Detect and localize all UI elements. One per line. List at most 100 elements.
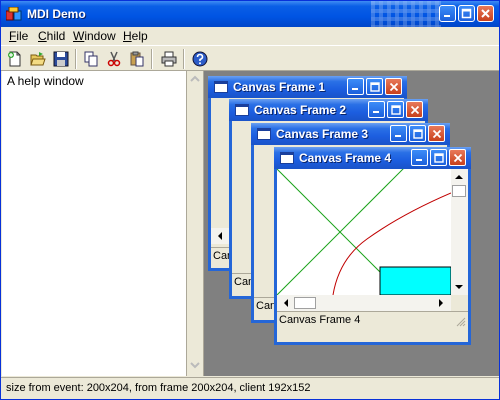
save-button[interactable] — [51, 49, 71, 69]
scroll-left-icon[interactable] — [280, 297, 292, 309]
menu-child-label: hild — [46, 29, 66, 43]
cut-icon — [107, 51, 121, 67]
child-title: Canvas Frame 3 — [276, 127, 369, 141]
child-minimize-button[interactable] — [368, 101, 385, 118]
open-icon — [30, 52, 46, 66]
toolbar — [1, 45, 499, 71]
menu-child[interactable]: Child — [35, 28, 68, 44]
help-window-text: A help window — [7, 74, 84, 88]
scroll-left-icon[interactable] — [214, 230, 226, 242]
child-title: Canvas Frame 1 — [233, 80, 326, 94]
child-status-text: Canvas Frame 4 — [279, 314, 361, 326]
hscroll-thumb[interactable] — [294, 297, 316, 309]
child-minimize-button[interactable] — [347, 78, 364, 95]
scroll-right-icon[interactable] — [435, 297, 447, 309]
scroll-down-icon[interactable] — [190, 361, 200, 369]
minimize-icon — [351, 87, 358, 90]
new-icon — [8, 51, 21, 67]
child-close-button[interactable] — [385, 78, 402, 95]
help-button[interactable] — [190, 49, 210, 69]
toolbar-separator — [183, 49, 185, 69]
child-window-icon — [257, 128, 271, 140]
main-window: MDI Demo File Child Window Help A help w… — [0, 0, 500, 400]
child-frame-4[interactable]: Canvas Frame 4 Canvas Frame 4 — [274, 147, 471, 345]
child-maximize-button[interactable] — [409, 125, 426, 142]
paste-button[interactable] — [127, 49, 147, 69]
new-button[interactable] — [5, 49, 25, 69]
menu-bar: File Child Window Help — [1, 27, 499, 45]
minimize-icon — [394, 134, 401, 137]
child-status-bar: Canvas Frame 3 — [254, 297, 337, 315]
child-window-icon — [280, 152, 294, 164]
child-title-bar[interactable]: Canvas Frame 2 — [229, 99, 428, 121]
help-pane-scrollbar[interactable] — [187, 71, 204, 376]
menu-window-label: indow — [84, 29, 116, 43]
paste-icon — [130, 51, 144, 67]
scroll-corner — [451, 295, 468, 311]
toolbar-separator — [75, 49, 77, 69]
maximize-icon — [433, 152, 444, 163]
menu-help[interactable]: Help — [120, 28, 151, 44]
maximize-icon — [369, 81, 380, 92]
scroll-down-icon[interactable] — [453, 281, 465, 293]
help-window[interactable]: A help window — [2, 71, 187, 376]
menu-child-mnemonic: C — [38, 29, 47, 43]
close-icon — [410, 105, 419, 114]
scroll-up-icon[interactable] — [190, 75, 200, 83]
child-hscroll[interactable] — [277, 295, 451, 311]
menu-help-label: elp — [131, 29, 148, 43]
child-maximize-button[interactable] — [430, 149, 447, 166]
minimize-button[interactable] — [439, 5, 456, 22]
child-minimize-button[interactable] — [411, 149, 428, 166]
maximize-button[interactable] — [458, 5, 475, 22]
save-icon — [53, 51, 69, 67]
menu-file-label: ile — [16, 29, 29, 43]
child-title-bar[interactable]: Canvas Frame 1 — [208, 76, 407, 98]
child-status-bar: Canvas Frame 1 — [211, 247, 294, 265]
title-bar[interactable]: MDI Demo — [1, 1, 499, 27]
minimize-icon — [444, 15, 450, 17]
scroll-up-icon[interactable] — [453, 171, 465, 183]
toolbar-separator — [151, 49, 153, 69]
maximize-icon — [390, 104, 401, 115]
child-close-button[interactable] — [449, 149, 466, 166]
child-minimize-button[interactable] — [390, 125, 407, 142]
child-window-icon — [214, 81, 228, 93]
child-close-button[interactable] — [406, 101, 423, 118]
cut-button[interactable] — [104, 49, 124, 69]
menu-window-mnemonic: W — [73, 29, 85, 43]
copy-icon — [84, 51, 98, 67]
child-maximize-button[interactable] — [366, 78, 383, 95]
vscroll-thumb[interactable] — [452, 185, 466, 197]
print-icon — [161, 51, 177, 67]
print-button[interactable] — [159, 49, 179, 69]
child-title-bar[interactable]: Canvas Frame 3 — [251, 123, 450, 145]
menu-window[interactable]: Window — [70, 28, 119, 44]
menu-help-mnemonic: H — [123, 29, 132, 43]
canvas-drawing — [277, 169, 451, 295]
resize-grip-icon[interactable] — [455, 316, 466, 327]
cyan-rectangle — [379, 266, 451, 295]
child-window-icon — [235, 104, 249, 116]
copy-button[interactable] — [81, 49, 101, 69]
open-button[interactable] — [28, 49, 48, 69]
child-vscroll[interactable] — [451, 169, 468, 295]
app-icon — [6, 7, 22, 21]
menu-file[interactable]: File — [6, 28, 31, 44]
child-title-bar[interactable]: Canvas Frame 4 — [274, 147, 471, 169]
close-icon — [453, 153, 462, 162]
close-button[interactable] — [477, 5, 494, 22]
minimize-icon — [372, 110, 379, 113]
status-text: size from event: 200x204, from frame 200… — [6, 382, 311, 394]
child-maximize-button[interactable] — [387, 101, 404, 118]
maximize-icon — [412, 128, 423, 139]
child-title: Canvas Frame 2 — [254, 103, 347, 117]
drawing-canvas[interactable] — [277, 169, 451, 295]
mdi-client-area: Canvas Frame 1 Canvas Frame 1 Canvas Fra… — [204, 71, 499, 376]
child-hscroll[interactable] — [211, 228, 231, 244]
help-icon — [192, 51, 208, 67]
close-icon — [389, 82, 398, 91]
child-close-button[interactable] — [428, 125, 445, 142]
status-bar: size from event: 200x204, from frame 200… — [1, 377, 499, 399]
maximize-icon — [461, 8, 472, 19]
